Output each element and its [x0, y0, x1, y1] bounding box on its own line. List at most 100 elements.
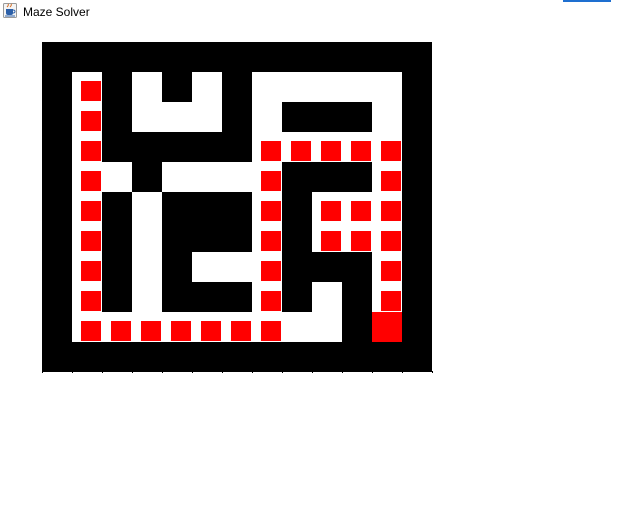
maze-open-cell [132, 222, 162, 252]
maze-wall-cell [402, 72, 432, 102]
maze-wall-cell [162, 222, 192, 252]
maze-open-cell [312, 222, 342, 252]
maze-wall-cell [192, 192, 222, 222]
maze-open-cell [252, 132, 282, 162]
maze-open-cell [132, 252, 162, 282]
maze-wall-cell [162, 42, 192, 72]
solution-path-marker [381, 261, 401, 281]
solution-path-marker [261, 201, 281, 221]
maze-open-cell [372, 162, 402, 192]
solution-path-marker [81, 141, 101, 161]
maze-open-cell [372, 72, 402, 102]
maze-wall-cell [342, 42, 372, 72]
solution-path-marker [381, 201, 401, 221]
grid-tick [72, 371, 73, 373]
maze-wall-cell [222, 132, 252, 162]
maze-open-cell [342, 72, 372, 102]
solution-path-marker [261, 261, 281, 281]
maze-wall-cell [132, 342, 162, 372]
maze-wall-cell [342, 312, 372, 342]
maze-open-cell [192, 72, 222, 102]
maze-wall-cell [222, 42, 252, 72]
solution-path-marker [141, 321, 161, 341]
maze-open-cell [192, 102, 222, 132]
grid-tick [282, 371, 283, 373]
maze-wall-cell [402, 42, 432, 72]
solution-path-marker [321, 141, 341, 161]
maze-wall-cell [192, 132, 222, 162]
maze-wall-cell [42, 312, 72, 342]
maze-open-cell [72, 312, 102, 342]
solution-path-marker [381, 141, 401, 161]
maze-wall-cell [222, 102, 252, 132]
maze-wall-cell [42, 72, 72, 102]
solution-path-marker [381, 171, 401, 191]
maze-wall-cell [42, 192, 72, 222]
maze-wall-cell [162, 132, 192, 162]
maze-open-cell [132, 102, 162, 132]
maze-open-cell [252, 72, 282, 102]
maze-wall-cell [312, 252, 342, 282]
maze-open-cell [372, 132, 402, 162]
solution-path-marker [81, 321, 101, 341]
maze-wall-cell [402, 192, 432, 222]
maze-open-cell [192, 312, 222, 342]
grid-tick [192, 371, 193, 373]
maze-wall-cell [162, 282, 192, 312]
solution-path-marker [321, 231, 341, 251]
maze-wall-cell [222, 222, 252, 252]
maze-open-cell [252, 252, 282, 282]
maze-wall-cell [252, 42, 282, 72]
grid-tick [132, 371, 133, 373]
maze-open-cell [282, 132, 312, 162]
maze-wall-cell [192, 282, 222, 312]
solution-path-marker [381, 231, 401, 251]
solution-path-marker [351, 141, 371, 161]
maze-open-cell [102, 162, 132, 192]
solution-path-marker [81, 111, 101, 131]
window-title: Maze Solver [23, 5, 90, 19]
maze-wall-cell [42, 42, 72, 72]
grid-tick [102, 371, 103, 373]
solution-path-marker [201, 321, 221, 341]
maze-wall-cell [282, 102, 312, 132]
maze-open-cell [132, 282, 162, 312]
solution-path-marker [351, 231, 371, 251]
maze-wall-cell [162, 72, 192, 102]
maze-wall-cell [102, 132, 132, 162]
maze-wall-cell [162, 252, 192, 282]
maze-wall-cell [162, 342, 192, 372]
maze-open-cell [72, 72, 102, 102]
solution-path-marker [261, 291, 281, 311]
grid-tick [42, 371, 43, 373]
maze-wall-cell [402, 342, 432, 372]
maze-open-cell [342, 192, 372, 222]
maze-wall-cell [72, 342, 102, 372]
grid-tick [162, 371, 163, 373]
solution-path-marker [381, 291, 401, 311]
maze-grid [42, 42, 432, 372]
solution-path-marker [81, 261, 101, 281]
maze-open-cell [252, 162, 282, 192]
maze-wall-cell [342, 252, 372, 282]
maze-open-cell [372, 312, 402, 342]
maze-wall-cell [282, 282, 312, 312]
title-bar[interactable]: Maze Solver [0, 0, 638, 24]
maze-wall-cell [132, 162, 162, 192]
maze-wall-cell [162, 192, 192, 222]
maze-open-cell [72, 222, 102, 252]
grid-tick [372, 371, 373, 373]
maze-open-cell [72, 102, 102, 132]
maze-wall-cell [402, 312, 432, 342]
solution-path-marker [261, 231, 281, 251]
maze-open-cell [312, 72, 342, 102]
maze-wall-cell [102, 192, 132, 222]
maze-wall-cell [312, 162, 342, 192]
maze-open-cell [72, 252, 102, 282]
maze-open-cell [372, 222, 402, 252]
maze-open-cell [132, 192, 162, 222]
grid-tick [252, 371, 253, 373]
maze-wall-cell [192, 222, 222, 252]
maze-open-cell [342, 222, 372, 252]
maze-open-cell [102, 312, 132, 342]
